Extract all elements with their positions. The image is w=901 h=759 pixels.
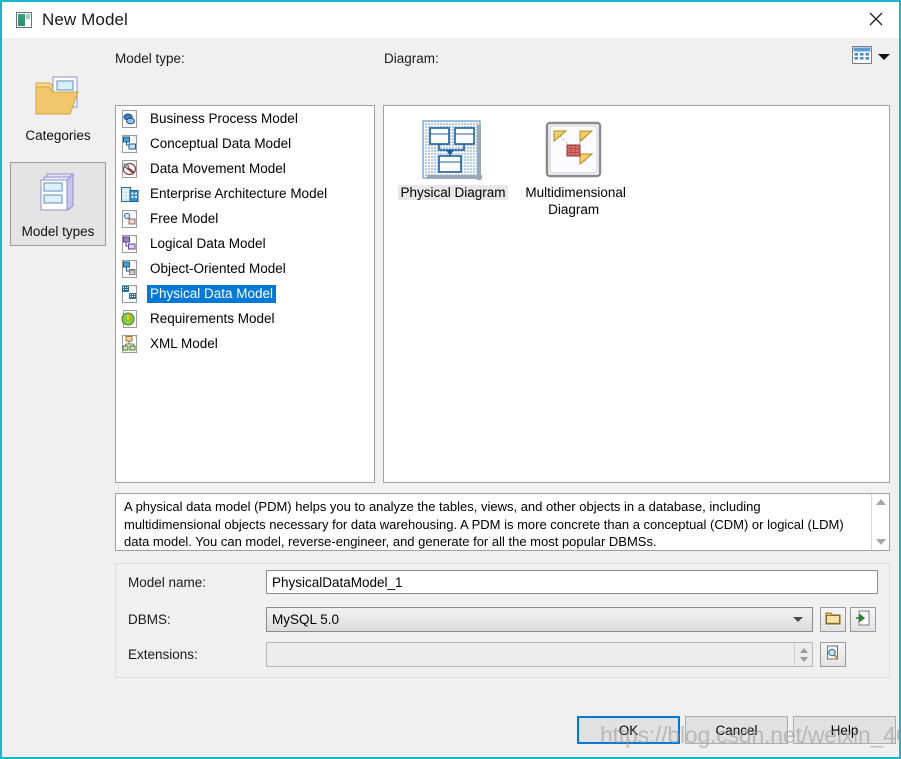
model-type-label: Business Process Model (147, 110, 301, 128)
model-type-label: Object-Oriented Model (147, 260, 289, 278)
diagram-caption: Diagram: (384, 51, 439, 66)
xml-model-icon (120, 334, 140, 354)
physical-diagram-icon (396, 118, 510, 184)
dialog-footer: OK Cancel Help (2, 705, 899, 757)
model-type-label: Logical Data Model (147, 235, 269, 253)
rail-item-categories[interactable]: Categories (10, 64, 106, 150)
chevron-down-icon (793, 617, 803, 622)
model-type-caption: Model type: (115, 51, 185, 66)
model-type-label: Requirements Model (147, 310, 278, 328)
window-title: New Model (42, 10, 128, 30)
conceptual-data-model-icon (120, 134, 140, 154)
model-type-label: Data Movement Model (147, 160, 289, 178)
close-icon[interactable] (853, 2, 899, 36)
model-type-row[interactable]: Enterprise Architecture Model (116, 181, 374, 206)
description-scrollbar[interactable] (871, 494, 889, 550)
model-type-label: Conceptual Data Model (147, 135, 294, 153)
description-box: A physical data model (PDM) helps you to… (115, 493, 890, 551)
free-model-icon (120, 209, 140, 229)
cancel-button[interactable]: Cancel (685, 716, 788, 744)
object-oriented-model-icon (120, 259, 140, 279)
categories-folder-icon (11, 73, 105, 124)
diagram-item-label: Multidimensional Diagram (523, 185, 626, 217)
folder-icon (825, 611, 841, 628)
extensions-browse-button[interactable] (820, 642, 846, 667)
stepper-down-icon[interactable] (800, 657, 808, 662)
help-button[interactable]: Help (793, 716, 896, 744)
model-type-label: Free Model (147, 210, 221, 228)
diagram-item-multidimensional-diagram[interactable]: Multidimensional Diagram (518, 118, 632, 218)
dbms-label: DBMS: (128, 612, 171, 627)
ok-button[interactable]: OK (577, 716, 680, 744)
model-type-row-physical-data-model[interactable]: Physical Data Model (116, 281, 374, 306)
enterprise-architecture-model-icon (120, 184, 140, 204)
business-process-model-icon (120, 109, 140, 129)
description-text: A physical data model (PDM) helps you to… (116, 494, 867, 551)
extensions-label: Extensions: (128, 647, 198, 662)
model-name-input[interactable] (266, 570, 878, 594)
import-document-icon (855, 610, 871, 629)
diagram-list[interactable]: Physical Diagram (383, 105, 890, 483)
logical-data-model-icon (120, 234, 140, 254)
scroll-up-icon[interactable] (876, 499, 886, 505)
model-types-stack-icon (11, 171, 105, 220)
model-type-row[interactable]: Conceptual Data Model (116, 131, 374, 156)
chevron-down-icon (878, 54, 890, 60)
model-type-label: Enterprise Architecture Model (147, 185, 330, 203)
diagram-item-label: Physical Diagram (398, 185, 507, 200)
dialog-body: Categories Model types Model type: (2, 38, 899, 757)
model-type-label: XML Model (147, 335, 221, 353)
model-type-row[interactable]: Business Process Model (116, 106, 374, 131)
rail-item-label: Categories (11, 128, 105, 143)
preview-document-icon (825, 645, 841, 664)
dbms-selected-value: MySQL 5.0 (267, 612, 793, 627)
model-icon (16, 12, 32, 28)
title-bar: New Model (2, 2, 899, 38)
model-type-row[interactable]: Free Model (116, 206, 374, 231)
list-view-icon (852, 46, 872, 67)
diagram-item-physical-diagram[interactable]: Physical Diagram (396, 118, 510, 201)
model-type-list[interactable]: Business Process Model Conceptual Data M… (115, 105, 375, 483)
category-rail: Categories Model types (10, 64, 108, 258)
model-name-label: Model name: (128, 575, 206, 590)
model-type-row[interactable]: Logical Data Model (116, 231, 374, 256)
data-movement-model-icon (120, 159, 140, 179)
new-model-dialog: New Model Categories (0, 0, 901, 759)
requirements-model-icon (120, 309, 140, 329)
rail-item-model-types[interactable]: Model types (10, 162, 106, 246)
extensions-stepper[interactable] (794, 643, 812, 666)
dbms-import-button[interactable] (850, 607, 876, 632)
model-type-label: Physical Data Model (147, 285, 276, 303)
extensions-input[interactable] (266, 642, 813, 667)
model-type-row[interactable]: Requirements Model (116, 306, 374, 331)
model-type-row[interactable]: Object-Oriented Model (116, 256, 374, 281)
scroll-down-icon[interactable] (876, 539, 886, 545)
model-type-row[interactable]: Data Movement Model (116, 156, 374, 181)
dbms-browse-button[interactable] (820, 607, 846, 632)
physical-data-model-icon (120, 284, 140, 304)
stepper-up-icon[interactable] (800, 648, 808, 653)
dbms-select[interactable]: MySQL 5.0 (266, 607, 813, 632)
view-mode-button[interactable] (852, 46, 890, 67)
model-type-row[interactable]: XML Model (116, 331, 374, 356)
multidimensional-diagram-icon (518, 118, 632, 184)
rail-item-label: Model types (11, 224, 105, 239)
